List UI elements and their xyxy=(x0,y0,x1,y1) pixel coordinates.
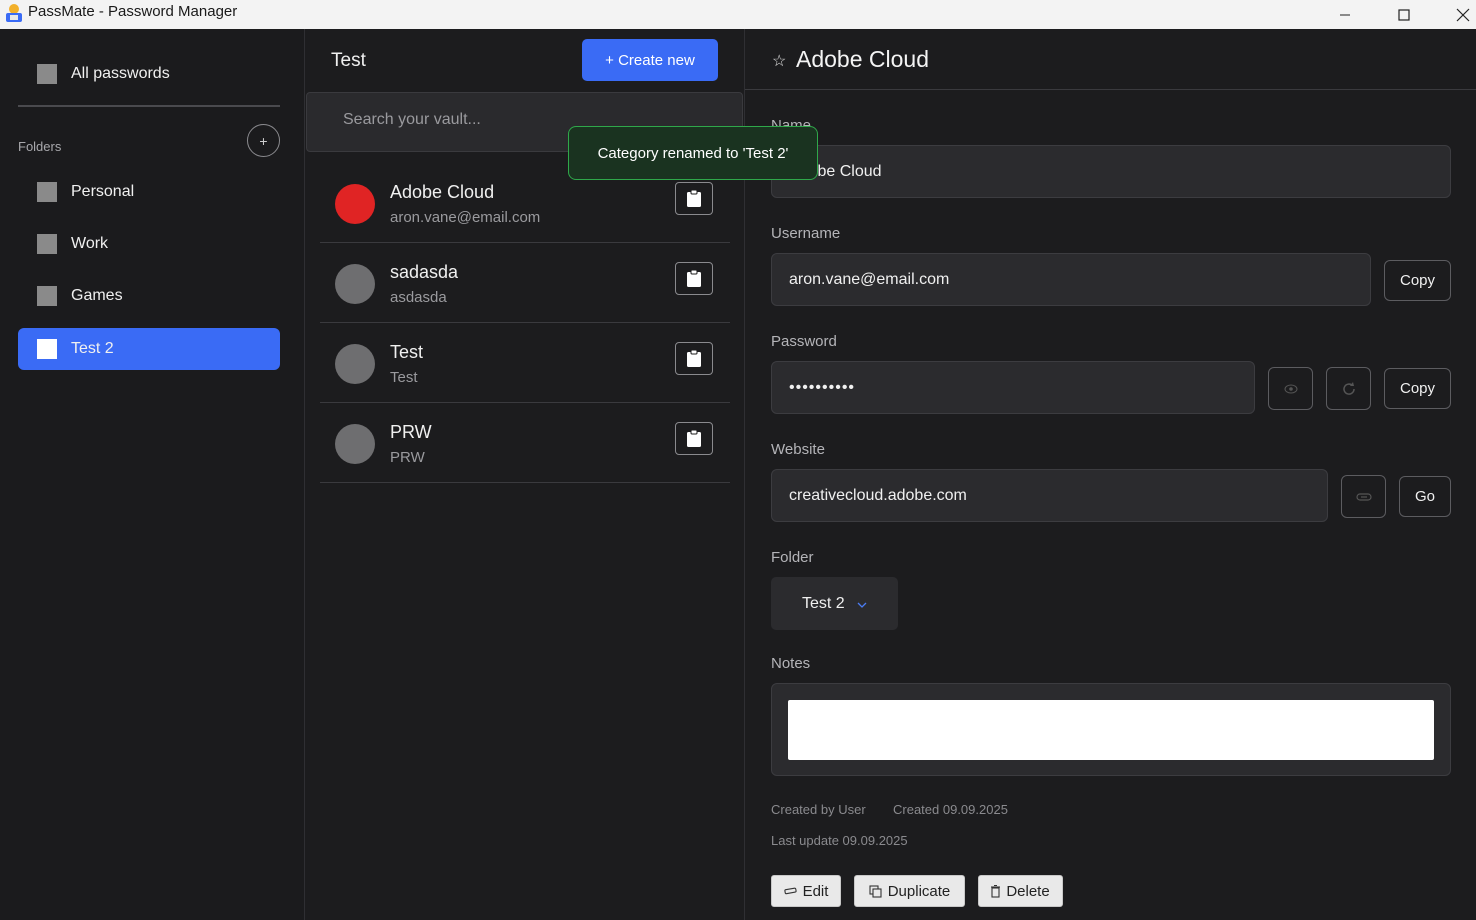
entry-name: sadasda xyxy=(390,262,459,282)
entry-avatar xyxy=(335,184,375,224)
created-date-text: Created 09.09.2025 xyxy=(893,802,1008,817)
notes-label: Notes xyxy=(771,655,811,672)
sidebar-item-label: All passwords xyxy=(71,65,170,82)
entry-username: asdasda xyxy=(390,289,447,306)
entry-avatar xyxy=(335,264,375,304)
copy-password-detail-button[interactable]: Copy xyxy=(1384,368,1451,409)
folder-icon xyxy=(37,182,57,202)
list-item[interactable]: PRW PRW xyxy=(320,403,730,483)
duplicate-button[interactable]: Duplicate xyxy=(854,875,965,907)
sidebar-item-test-2[interactable]: Test 2 xyxy=(18,328,280,370)
notes-textarea[interactable] xyxy=(788,700,1434,760)
duplicate-icon xyxy=(869,884,882,898)
sidebar-item-all-passwords[interactable]: All passwords xyxy=(18,53,280,95)
maximize-button[interactable] xyxy=(1381,0,1427,29)
entry-name: PRW xyxy=(390,422,432,442)
entry-username: PRW xyxy=(390,449,425,466)
sidebar-item-label: Work xyxy=(71,235,109,252)
sidebar-item-label: Test 2 xyxy=(71,340,114,357)
sidebar-divider xyxy=(18,105,280,107)
entry-name: Test xyxy=(390,342,424,362)
sidebar: All passwords Folders + Personal Work Ga… xyxy=(0,29,305,920)
list-item[interactable]: sadasda asdasda xyxy=(320,243,730,323)
folder-icon xyxy=(37,339,57,359)
clipboard-icon xyxy=(687,430,701,447)
copy-password-button[interactable] xyxy=(675,422,713,455)
username-field[interactable]: aron.vane@email.com xyxy=(771,253,1371,306)
copy-link-button[interactable] xyxy=(1341,475,1386,518)
website-field[interactable]: creativecloud.adobe.com xyxy=(771,469,1328,522)
copy-password-button[interactable] xyxy=(675,182,713,215)
entry-detail-pane: ☆ Adobe Cloud Name Adobe Cloud Username … xyxy=(744,29,1476,920)
sidebar-item-label: Games xyxy=(71,287,123,304)
entry-avatar xyxy=(335,344,375,384)
edit-button[interactable]: Edit xyxy=(771,875,841,907)
edit-label: Edit xyxy=(802,882,829,900)
close-window-button[interactable] xyxy=(1440,0,1476,29)
pencil-icon xyxy=(783,887,797,895)
entry-name: Adobe Cloud xyxy=(390,182,495,202)
clipboard-icon xyxy=(687,350,701,367)
entry-username: aron.vane@email.com xyxy=(390,209,541,226)
create-new-button[interactable]: + Create new xyxy=(582,39,718,81)
app-logo-icon xyxy=(6,4,22,22)
delete-button[interactable]: Delete xyxy=(978,875,1063,907)
generate-password-button[interactable] xyxy=(1326,367,1371,410)
copy-password-button[interactable] xyxy=(675,262,713,295)
favorite-star-icon[interactable]: ☆ xyxy=(772,51,786,71)
eye-icon xyxy=(1284,384,1297,393)
minimize-button[interactable] xyxy=(1322,0,1368,29)
all-passwords-icon xyxy=(37,64,57,84)
copy-password-button[interactable] xyxy=(675,342,713,375)
notes-box xyxy=(771,683,1451,776)
show-password-button[interactable] xyxy=(1268,367,1313,410)
refresh-icon xyxy=(1342,381,1355,395)
delete-label: Delete xyxy=(1006,882,1050,900)
folder-icon xyxy=(37,234,57,254)
created-by-text: Created by User xyxy=(771,802,866,817)
name-field[interactable]: Adobe Cloud xyxy=(771,145,1451,198)
folder-icon xyxy=(37,286,57,306)
add-folder-button[interactable]: + xyxy=(247,124,280,157)
sidebar-item-work[interactable]: Work xyxy=(18,223,280,265)
entry-title: Adobe Cloud xyxy=(796,46,929,72)
toast-notification: Category renamed to 'Test 2' xyxy=(568,126,818,180)
clipboard-icon xyxy=(687,190,701,207)
minimize-icon xyxy=(1340,14,1350,15)
clipboard-icon xyxy=(687,270,701,287)
close-icon xyxy=(1456,8,1470,21)
entry-username: Test xyxy=(390,369,418,386)
maximize-icon xyxy=(1398,8,1410,21)
list-item[interactable]: Test Test xyxy=(320,323,730,403)
username-label: Username xyxy=(771,225,841,242)
folder-label: Folder xyxy=(771,549,814,566)
link-icon xyxy=(1355,492,1372,501)
folder-select[interactable]: Test 2 xyxy=(771,577,898,630)
list-title: Test xyxy=(331,50,366,71)
last-update-text: Last update 09.09.2025 xyxy=(771,833,908,848)
sidebar-item-personal[interactable]: Personal xyxy=(18,171,280,213)
website-label: Website xyxy=(771,441,825,458)
duplicate-label: Duplicate xyxy=(887,882,951,900)
sidebar-item-label: Personal xyxy=(71,183,135,200)
folder-select-value: Test 2 xyxy=(802,594,845,612)
go-button[interactable]: Go xyxy=(1399,476,1451,517)
sidebar-item-games[interactable]: Games xyxy=(18,275,280,317)
copy-username-button[interactable]: Copy xyxy=(1384,260,1451,301)
entry-avatar xyxy=(335,424,375,464)
password-field[interactable]: •••••••••• xyxy=(771,361,1255,414)
window-title: PassMate - Password Manager xyxy=(28,3,238,20)
trash-icon xyxy=(991,884,1001,898)
chevron-down-icon xyxy=(857,597,867,611)
title-bar: PassMate - Password Manager xyxy=(0,0,1476,29)
password-label: Password xyxy=(771,333,837,350)
folders-heading: Folders xyxy=(18,139,62,154)
detail-header: ☆ Adobe Cloud xyxy=(745,29,1476,90)
